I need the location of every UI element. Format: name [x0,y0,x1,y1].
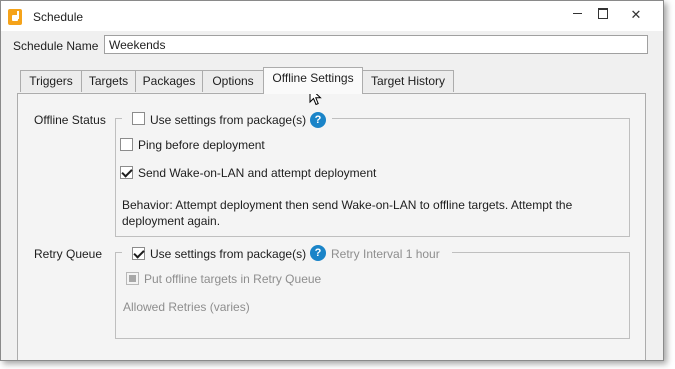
maximize-icon [598,8,608,19]
offline-help-icon[interactable]: ? [310,112,326,128]
schedule-name-input[interactable] [104,35,648,54]
retry-use-package-settings-label[interactable]: Use settings from package(s) [150,247,306,261]
retry-queue-group [115,252,630,339]
tab-offline-settings[interactable]: Offline Settings [263,67,363,94]
app-logo-icon [8,9,22,25]
retry-queue-label: Retry Queue [34,247,103,261]
retry-use-package-settings-checkbox[interactable] [132,247,145,260]
ping-before-deployment-label[interactable]: Ping before deployment [138,138,265,152]
behavior-description: Behavior: Attempt deployment then send W… [122,198,573,228]
title-bar[interactable]: Schedule ✕ [1,1,663,31]
send-wol-label[interactable]: Send Wake-on-LAN and attempt deployment [138,166,376,180]
close-icon: ✕ [630,7,642,22]
close-button[interactable]: ✕ [621,4,651,26]
send-wol-checkbox[interactable] [120,166,133,179]
allowed-retries-text: Allowed Retries (varies) [123,300,250,314]
tab-options[interactable]: Options [202,70,264,92]
put-offline-in-retry-queue-checkbox[interactable] [126,272,139,285]
tab-triggers[interactable]: Triggers [20,70,82,92]
offline-status-label: Offline Status [34,113,106,127]
retry-help-icon[interactable]: ? [310,245,326,261]
offline-use-package-settings-checkbox[interactable] [132,112,145,125]
window-title: Schedule [33,10,84,24]
schedule-name-label: Schedule Name [13,39,99,53]
ping-before-deployment-checkbox[interactable] [120,138,133,151]
offline-use-package-settings-label[interactable]: Use settings from package(s) [150,113,306,127]
put-offline-in-retry-queue-label[interactable]: Put offline targets in Retry Queue [144,272,321,286]
maximize-button[interactable] [588,4,618,26]
minimize-icon [573,13,582,14]
retry-interval-text: Retry Interval 1 hour [331,247,440,261]
tab-target-history[interactable]: Target History [362,70,454,92]
tab-targets[interactable]: Targets [81,70,136,92]
tab-packages[interactable]: Packages [135,70,203,92]
schedule-window: Schedule ✕ Schedule Name Triggers Target… [0,0,664,361]
